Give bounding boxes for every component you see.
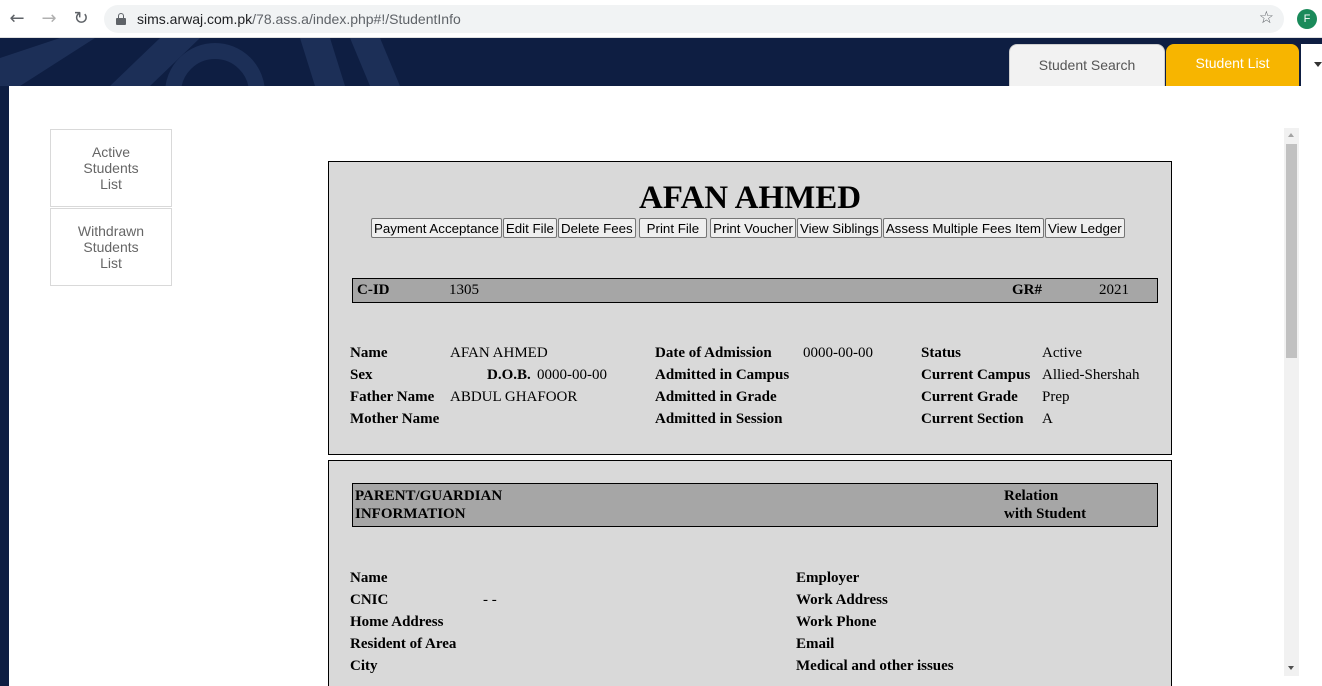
id-bar: C-ID 1305 GR# 2021 — [352, 278, 1158, 303]
view-ledger-button[interactable]: View Ledger — [1045, 218, 1125, 238]
sidebar-item-label: Active Students List — [83, 144, 139, 192]
guardian-medical-label: Medical and other issues — [796, 658, 954, 674]
sex-label: Sex — [350, 367, 373, 383]
lock-icon — [116, 13, 126, 25]
guardian-title-line1: PARENT/GUARDIAN — [355, 488, 503, 504]
current-campus-value: Allied-Shershah — [1042, 367, 1140, 383]
current-grade-label: Current Grade — [921, 389, 1018, 405]
edit-file-button[interactable]: Edit File — [502, 218, 557, 238]
gr-value: 2021 — [1099, 282, 1129, 298]
date-of-admission-label: Date of Admission — [655, 345, 772, 361]
sidebar-item-active-students[interactable]: Active Students List — [50, 129, 172, 207]
cid-label: C-ID — [357, 282, 390, 298]
guardian-section-title: PARENT/GUARDIAN INFORMATION — [355, 487, 502, 523]
date-of-admission-value: 0000-00-00 — [803, 345, 873, 361]
sidebar-item-withdrawn-students[interactable]: Withdrawn Students List — [50, 208, 172, 286]
scroll-up-arrow-icon[interactable] — [1288, 133, 1294, 137]
sidebar-item-label: Withdrawn Students List — [77, 223, 145, 271]
father-name-value: ABDUL GHAFOOR — [450, 389, 578, 405]
guardian-employer-label: Employer — [796, 570, 860, 586]
payment-acceptance-button[interactable]: Payment Acceptance — [371, 218, 502, 238]
dob-value: 0000-00-00 — [537, 367, 607, 383]
mother-name-label: Mother Name — [350, 411, 440, 427]
current-grade-value: Prep — [1042, 389, 1070, 405]
print-file-button[interactable]: Print File — [638, 218, 708, 238]
cid-value: 1305 — [449, 282, 479, 298]
relation-line2: with Student — [1004, 506, 1087, 522]
gr-label: GR# — [1012, 282, 1042, 298]
name-label: Name — [350, 345, 388, 361]
guardian-city-label: City — [350, 658, 378, 674]
print-voucher-button[interactable]: Print Voucher — [710, 218, 796, 238]
guardian-cnic-value: - - — [483, 592, 497, 608]
student-info-panel: AFAN AHMED Payment Acceptance Edit File De… — [328, 161, 1172, 455]
header-decoration — [0, 38, 400, 86]
dob-label: D.O.B. — [487, 367, 531, 383]
guardian-work-phone-label: Work Phone — [796, 614, 877, 630]
chevron-down-icon — [1314, 62, 1322, 67]
browser-toolbar: ← → ↻ sims.arwaj.com.pk/78.ass.a/index.p… — [0, 0, 1322, 38]
view-siblings-button[interactable]: View Siblings — [796, 218, 882, 238]
guardian-name-label: Name — [350, 570, 388, 586]
status-value: Active — [1042, 345, 1082, 361]
tab-student-list[interactable]: Student List — [1166, 44, 1299, 86]
content-scrollbar[interactable] — [1284, 128, 1299, 676]
student-name-heading: AFAN AHMED — [638, 180, 862, 216]
reload-icon[interactable]: ↻ — [70, 8, 92, 30]
bookmark-star-icon[interactable]: ☆ — [1259, 8, 1274, 28]
admitted-campus-label: Admitted in Campus — [655, 367, 790, 383]
url-path: /78.ass.a/index.php#!/StudentInfo — [252, 11, 461, 27]
tab-dropdown-toggle[interactable] — [1301, 44, 1322, 86]
name-value: AFAN AHMED — [450, 345, 548, 361]
guardian-email-label: Email — [796, 636, 835, 652]
admitted-session-label: Admitted in Session — [655, 411, 783, 427]
relation-header: Relation with Student — [1004, 487, 1086, 523]
guardian-work-address-label: Work Address — [796, 592, 888, 608]
url-host: sims.arwaj.com.pk — [137, 11, 253, 27]
url-text[interactable]: sims.arwaj.com.pk/78.ass.a/index.php#!/S… — [137, 11, 461, 27]
scroll-thumb[interactable] — [1286, 144, 1297, 358]
student-actions-toolbar: Payment Acceptance Edit File Delete Fees Pr… — [371, 218, 1126, 238]
current-section-value: A — [1042, 411, 1053, 427]
back-arrow-icon[interactable]: ← — [6, 8, 28, 30]
father-name-label: Father Name — [350, 389, 435, 405]
scroll-down-arrow-icon[interactable] — [1288, 666, 1294, 670]
left-edge-bar — [0, 86, 9, 686]
relation-line1: Relation — [1004, 488, 1059, 504]
status-label: Status — [921, 345, 962, 361]
current-section-label: Current Section — [921, 411, 1024, 427]
app-header: Student Search Student List — [0, 38, 1322, 86]
guardian-cnic-label: CNIC — [350, 592, 389, 608]
address-bar[interactable]: sims.arwaj.com.pk/78.ass.a/index.php#!/S… — [104, 5, 1284, 33]
delete-fees-button[interactable]: Delete Fees — [557, 218, 636, 238]
profile-avatar[interactable]: F — [1297, 9, 1317, 29]
admitted-grade-label: Admitted in Grade — [655, 389, 777, 405]
forward-arrow-icon[interactable]: → — [38, 8, 60, 30]
guardian-resident-area-label: Resident of Area — [350, 636, 457, 652]
guardian-info-panel: PARENT/GUARDIAN INFORMATION Relation wit… — [328, 460, 1172, 686]
assess-multiple-fees-button[interactable]: Assess Multiple Fees Item — [882, 218, 1044, 238]
guardian-home-address-label: Home Address — [350, 614, 444, 630]
tab-student-search[interactable]: Student Search — [1009, 44, 1165, 86]
guardian-header-bar: PARENT/GUARDIAN INFORMATION Relation wit… — [352, 483, 1158, 527]
guardian-title-line2: INFORMATION — [355, 506, 466, 522]
current-campus-label: Current Campus — [921, 367, 1031, 383]
